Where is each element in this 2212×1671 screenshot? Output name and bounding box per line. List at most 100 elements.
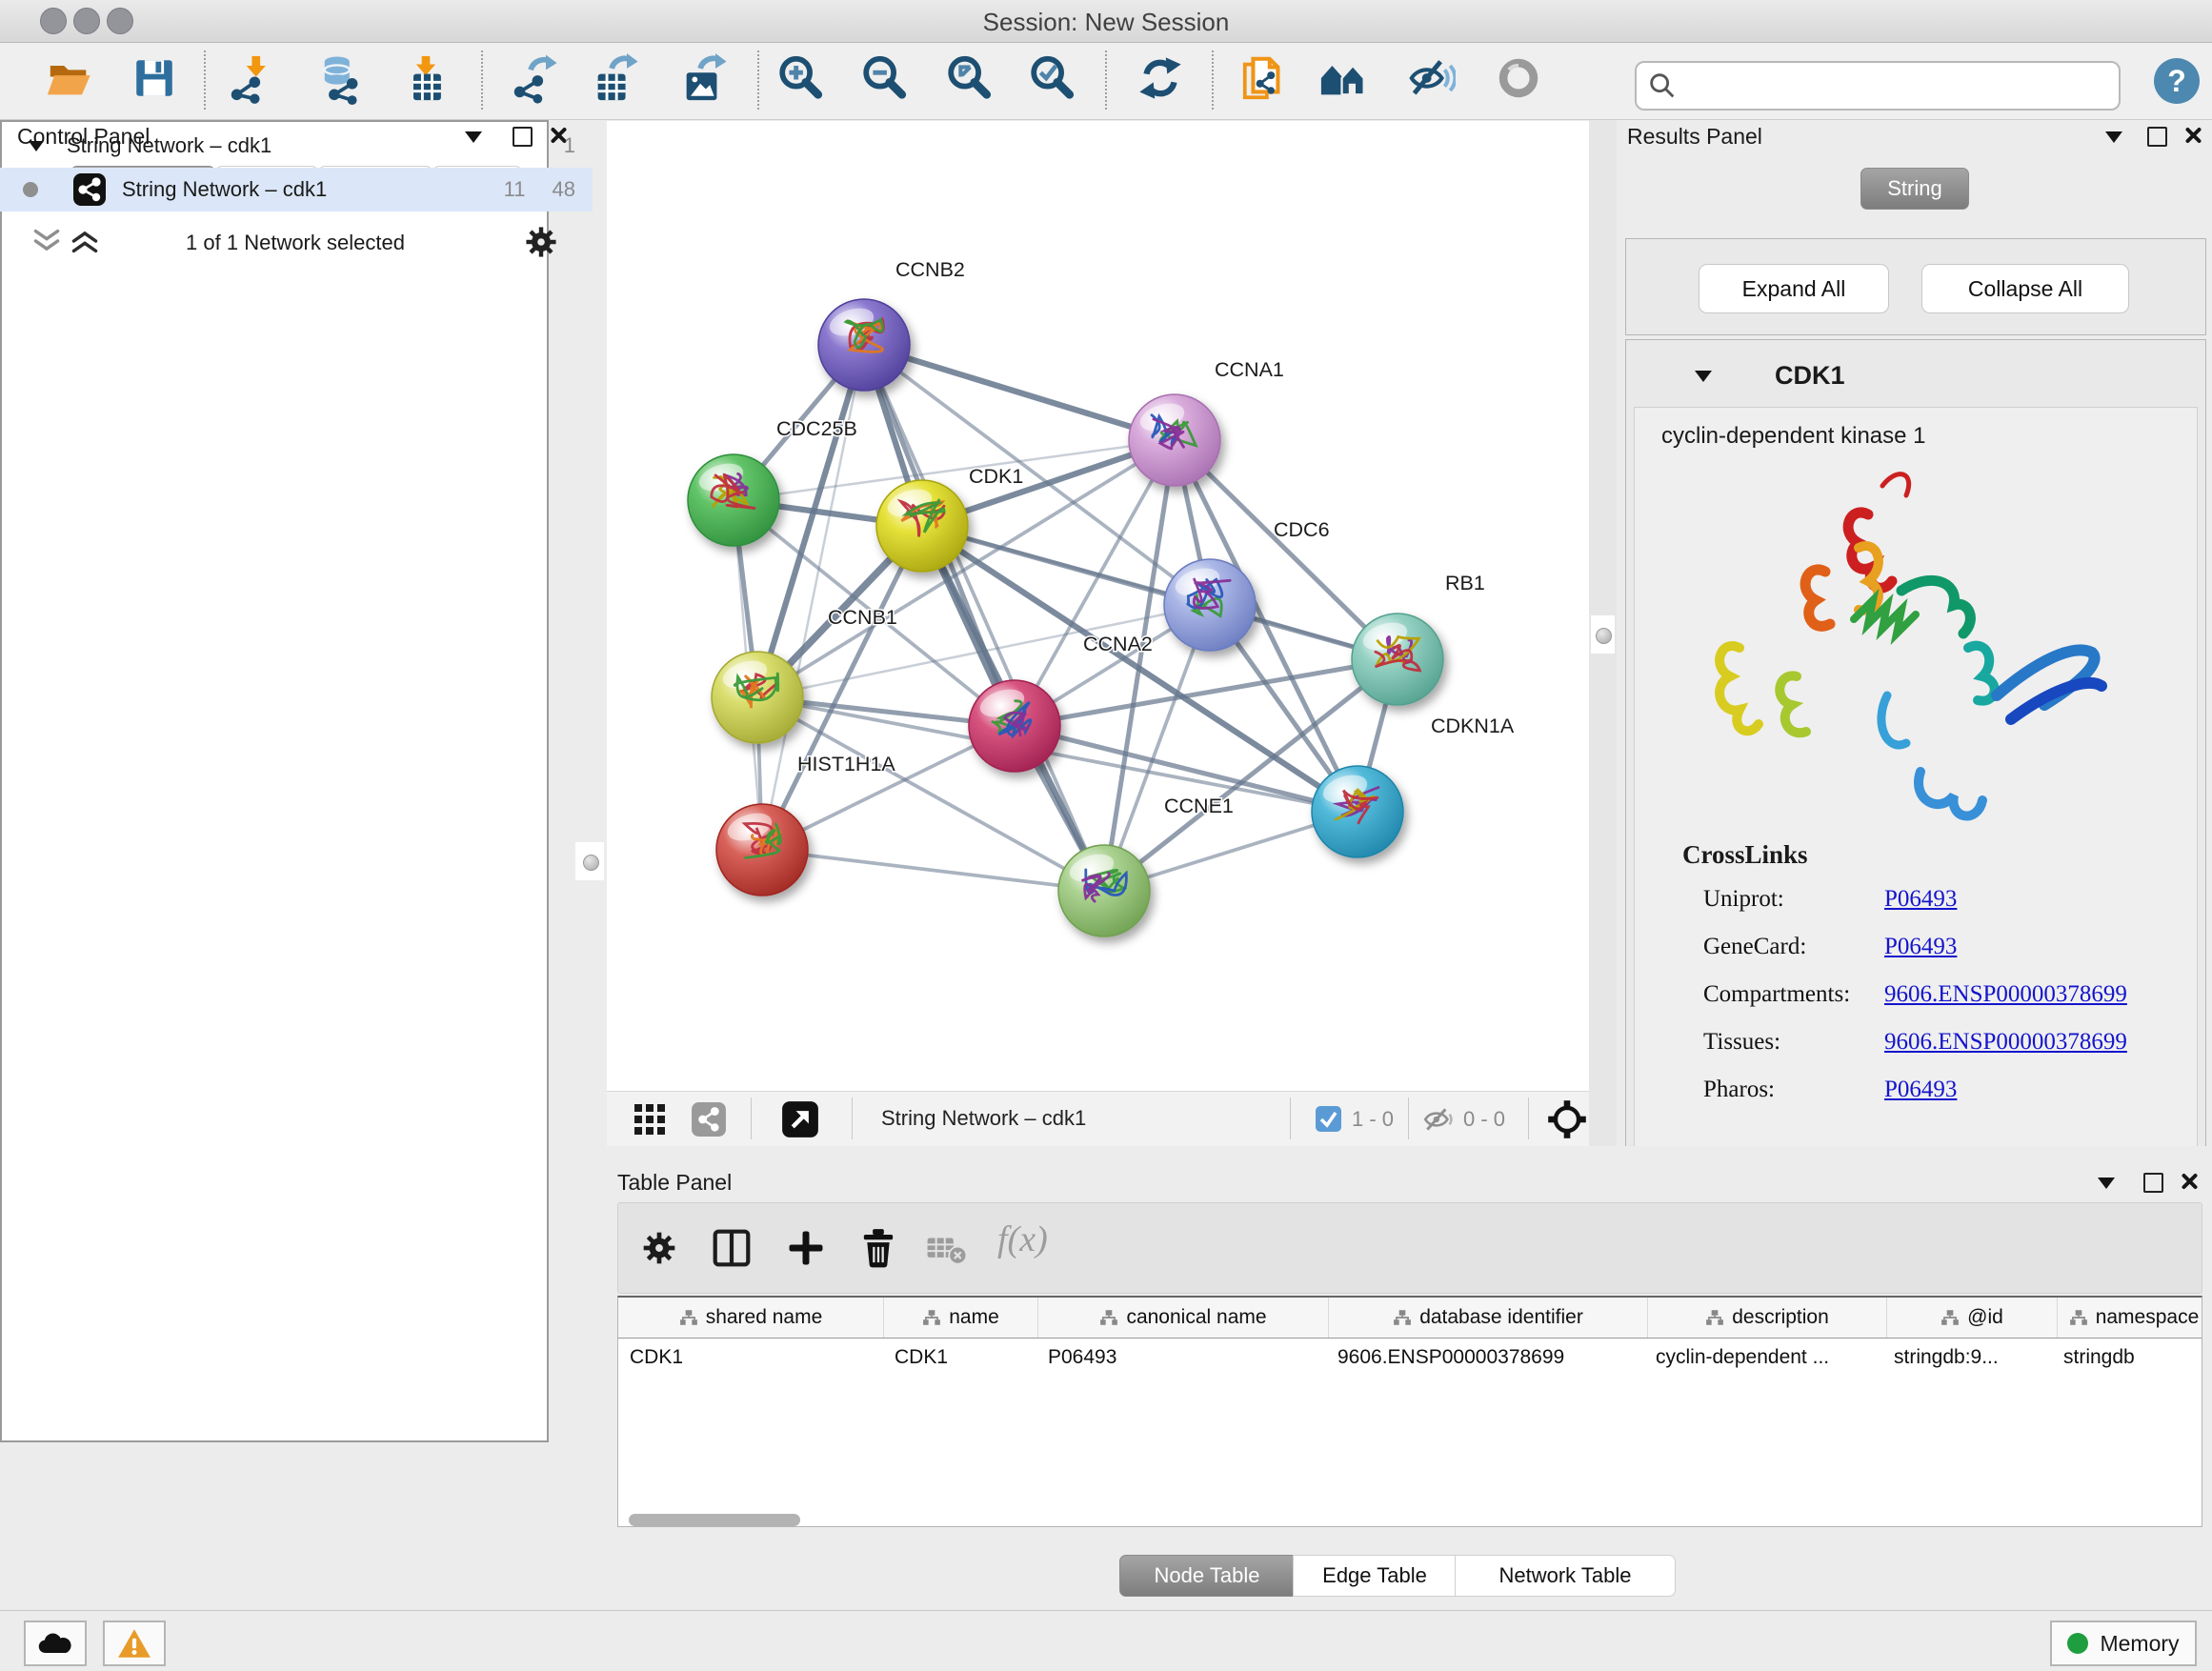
column-header-name[interactable]: name bbox=[884, 1298, 1038, 1338]
delete-column-trash-icon[interactable] bbox=[858, 1226, 898, 1270]
node-CCNE1[interactable] bbox=[1058, 845, 1150, 936]
node-table: shared namenamecanonical namedatabase id… bbox=[617, 1296, 2202, 1527]
zoom-selected-icon[interactable] bbox=[1027, 49, 1076, 108]
network-collection-row[interactable]: String Network – cdk1 1 bbox=[0, 124, 593, 168]
network-view-list-icon[interactable] bbox=[691, 1101, 727, 1137]
cell-4[interactable]: cyclin-dependent ... bbox=[1644, 1339, 1882, 1377]
cell-1[interactable]: CDK1 bbox=[883, 1339, 1036, 1377]
import-table-from-file-icon[interactable] bbox=[401, 49, 451, 108]
cell-6[interactable]: stringdb bbox=[2052, 1339, 2202, 1377]
show-all-icon[interactable] bbox=[1494, 49, 1543, 108]
collapse-panel-icon[interactable] bbox=[2098, 1178, 2115, 1189]
column-header-shared-name[interactable]: shared name bbox=[618, 1298, 884, 1338]
table-row[interactable]: CDK1CDK1P064939606.ENSP00000378699cyclin… bbox=[618, 1339, 2202, 1377]
node-label-CDKN1A: CDKN1A bbox=[1431, 715, 1515, 737]
tab-edge-table[interactable]: Edge Table bbox=[1293, 1555, 1457, 1597]
right-splitter[interactable] bbox=[1589, 120, 1617, 1146]
refresh-view-icon[interactable] bbox=[1136, 49, 1185, 108]
gene-collapse-icon[interactable] bbox=[1695, 371, 1712, 382]
edge-HIST1H1A-CCNE1[interactable] bbox=[762, 850, 1104, 891]
import-network-from-database-icon[interactable] bbox=[319, 49, 369, 108]
toolbar-separator bbox=[757, 50, 759, 110]
crosslink-link-tissues[interactable]: 9606.ENSP00000378699 bbox=[1884, 1029, 2127, 1056]
cell-2[interactable]: P06493 bbox=[1036, 1339, 1326, 1377]
string-home-icon[interactable] bbox=[1318, 49, 1368, 108]
network-canvas[interactable]: CCNB2CCNA1CDC25BCDK1CDC6RB1CCNB1CCNA2CDK… bbox=[607, 121, 1589, 1091]
open-session-icon[interactable] bbox=[45, 49, 94, 108]
cell-5[interactable]: stringdb:9... bbox=[1882, 1339, 2052, 1377]
edge-CCNA1-CDC25B[interactable] bbox=[734, 440, 1175, 500]
help-button[interactable]: ? bbox=[2154, 58, 2200, 104]
export-network-icon[interactable] bbox=[509, 49, 558, 108]
column-header-database-identifier[interactable]: database identifier bbox=[1329, 1298, 1648, 1338]
grid-view-icon[interactable] bbox=[633, 1103, 666, 1136]
node-RB1[interactable] bbox=[1352, 614, 1443, 705]
table-settings-gear-icon[interactable] bbox=[639, 1228, 679, 1268]
node-CDKN1A[interactable] bbox=[1312, 766, 1403, 857]
crosslink-link-uniprot[interactable]: P06493 bbox=[1884, 886, 1957, 913]
float-panel-icon[interactable] bbox=[2147, 127, 2167, 147]
expand-all-button[interactable]: Expand All bbox=[1699, 264, 1889, 313]
cell-0[interactable]: CDK1 bbox=[618, 1339, 883, 1377]
tab-string[interactable]: String bbox=[1860, 168, 1969, 210]
collection-count: 1 bbox=[564, 133, 575, 158]
crosslink-link-pharos[interactable]: P06493 bbox=[1884, 1077, 1957, 1103]
node-CCNB1[interactable] bbox=[712, 652, 803, 743]
crosslink-link-genecard[interactable]: P06493 bbox=[1884, 934, 1957, 960]
edge-RB1-CCNA2[interactable] bbox=[1015, 659, 1398, 726]
export-table-icon[interactable] bbox=[590, 49, 639, 108]
node-HIST1H1A[interactable] bbox=[716, 804, 808, 896]
expand-all-networks-icon[interactable] bbox=[32, 229, 61, 253]
memory-button[interactable]: Memory bbox=[2050, 1621, 2197, 1666]
node-CDK1[interactable] bbox=[876, 480, 968, 572]
network-row[interactable]: String Network – cdk1 11 48 bbox=[0, 168, 593, 211]
hide-selected-icon[interactable] bbox=[1406, 49, 1456, 108]
column-header--id[interactable]: @id bbox=[1887, 1298, 2058, 1338]
selected-checkbox-icon[interactable] bbox=[1316, 1106, 1341, 1132]
column-header-canonical-name[interactable]: canonical name bbox=[1038, 1298, 1329, 1338]
table-horizontal-scrollbar[interactable] bbox=[629, 1514, 800, 1526]
birds-eye-view-icon[interactable] bbox=[781, 1100, 819, 1138]
column-header-namespace[interactable]: namespace bbox=[2058, 1298, 2202, 1338]
node-CDC6[interactable] bbox=[1164, 559, 1256, 651]
close-panel-icon[interactable] bbox=[2183, 126, 2202, 145]
tab-node-table[interactable]: Node Table bbox=[1119, 1555, 1295, 1597]
zoom-out-icon[interactable] bbox=[859, 49, 909, 108]
export-image-icon[interactable] bbox=[678, 49, 728, 108]
share-document-icon[interactable] bbox=[1239, 49, 1289, 108]
network-options-gear-icon[interactable] bbox=[522, 223, 560, 261]
warning-status-button[interactable] bbox=[103, 1621, 166, 1666]
column-header-description[interactable]: description bbox=[1648, 1298, 1887, 1338]
node-CCNA1[interactable] bbox=[1129, 394, 1220, 486]
tab-network-table[interactable]: Network Table bbox=[1455, 1555, 1676, 1597]
zoom-in-icon[interactable] bbox=[775, 49, 825, 108]
edge-CCNB2-CCNE1[interactable] bbox=[864, 345, 1104, 891]
cloud-status-button[interactable] bbox=[24, 1621, 87, 1666]
status-bar: Memory bbox=[0, 1610, 2212, 1671]
zoom-fit-icon[interactable] bbox=[944, 49, 994, 108]
float-panel-icon[interactable] bbox=[2143, 1173, 2163, 1193]
crosslink-label-pharos: Pharos: bbox=[1703, 1077, 1884, 1103]
import-network-from-file-icon[interactable] bbox=[226, 49, 275, 108]
close-panel-icon[interactable] bbox=[2180, 1172, 2199, 1191]
collapse-panel-icon[interactable] bbox=[2105, 131, 2122, 143]
create-column-plus-icon[interactable] bbox=[786, 1228, 826, 1268]
node-CCNA2[interactable] bbox=[969, 680, 1060, 772]
toolbar-separator bbox=[481, 50, 483, 110]
node-CDC25B[interactable] bbox=[688, 454, 779, 546]
results-buttons-box: Expand All Collapse All bbox=[1625, 238, 2206, 335]
left-splitter-handle[interactable] bbox=[575, 842, 604, 880]
collapse-all-button[interactable]: Collapse All bbox=[1921, 264, 2129, 313]
search-input[interactable] bbox=[1679, 72, 2119, 99]
show-columns-icon[interactable] bbox=[712, 1226, 752, 1270]
cell-3[interactable]: 9606.ENSP00000378699 bbox=[1326, 1339, 1644, 1377]
edge-CCNB2-CCNA1[interactable] bbox=[864, 345, 1175, 440]
collection-expand-icon[interactable] bbox=[29, 141, 44, 151]
node-CCNB2[interactable] bbox=[818, 299, 910, 391]
crosslink-link-compartments[interactable]: 9606.ENSP00000378699 bbox=[1884, 981, 2127, 1008]
save-session-icon[interactable] bbox=[130, 49, 179, 108]
collapse-all-networks-icon[interactable] bbox=[70, 229, 99, 253]
fit-selected-crosshair-icon[interactable] bbox=[1546, 1098, 1588, 1140]
search-field[interactable] bbox=[1635, 61, 2121, 111]
network-graph[interactable]: CCNB2CCNA1CDC25BCDK1CDC6RB1CCNB1CCNA2CDK… bbox=[607, 121, 1589, 1091]
